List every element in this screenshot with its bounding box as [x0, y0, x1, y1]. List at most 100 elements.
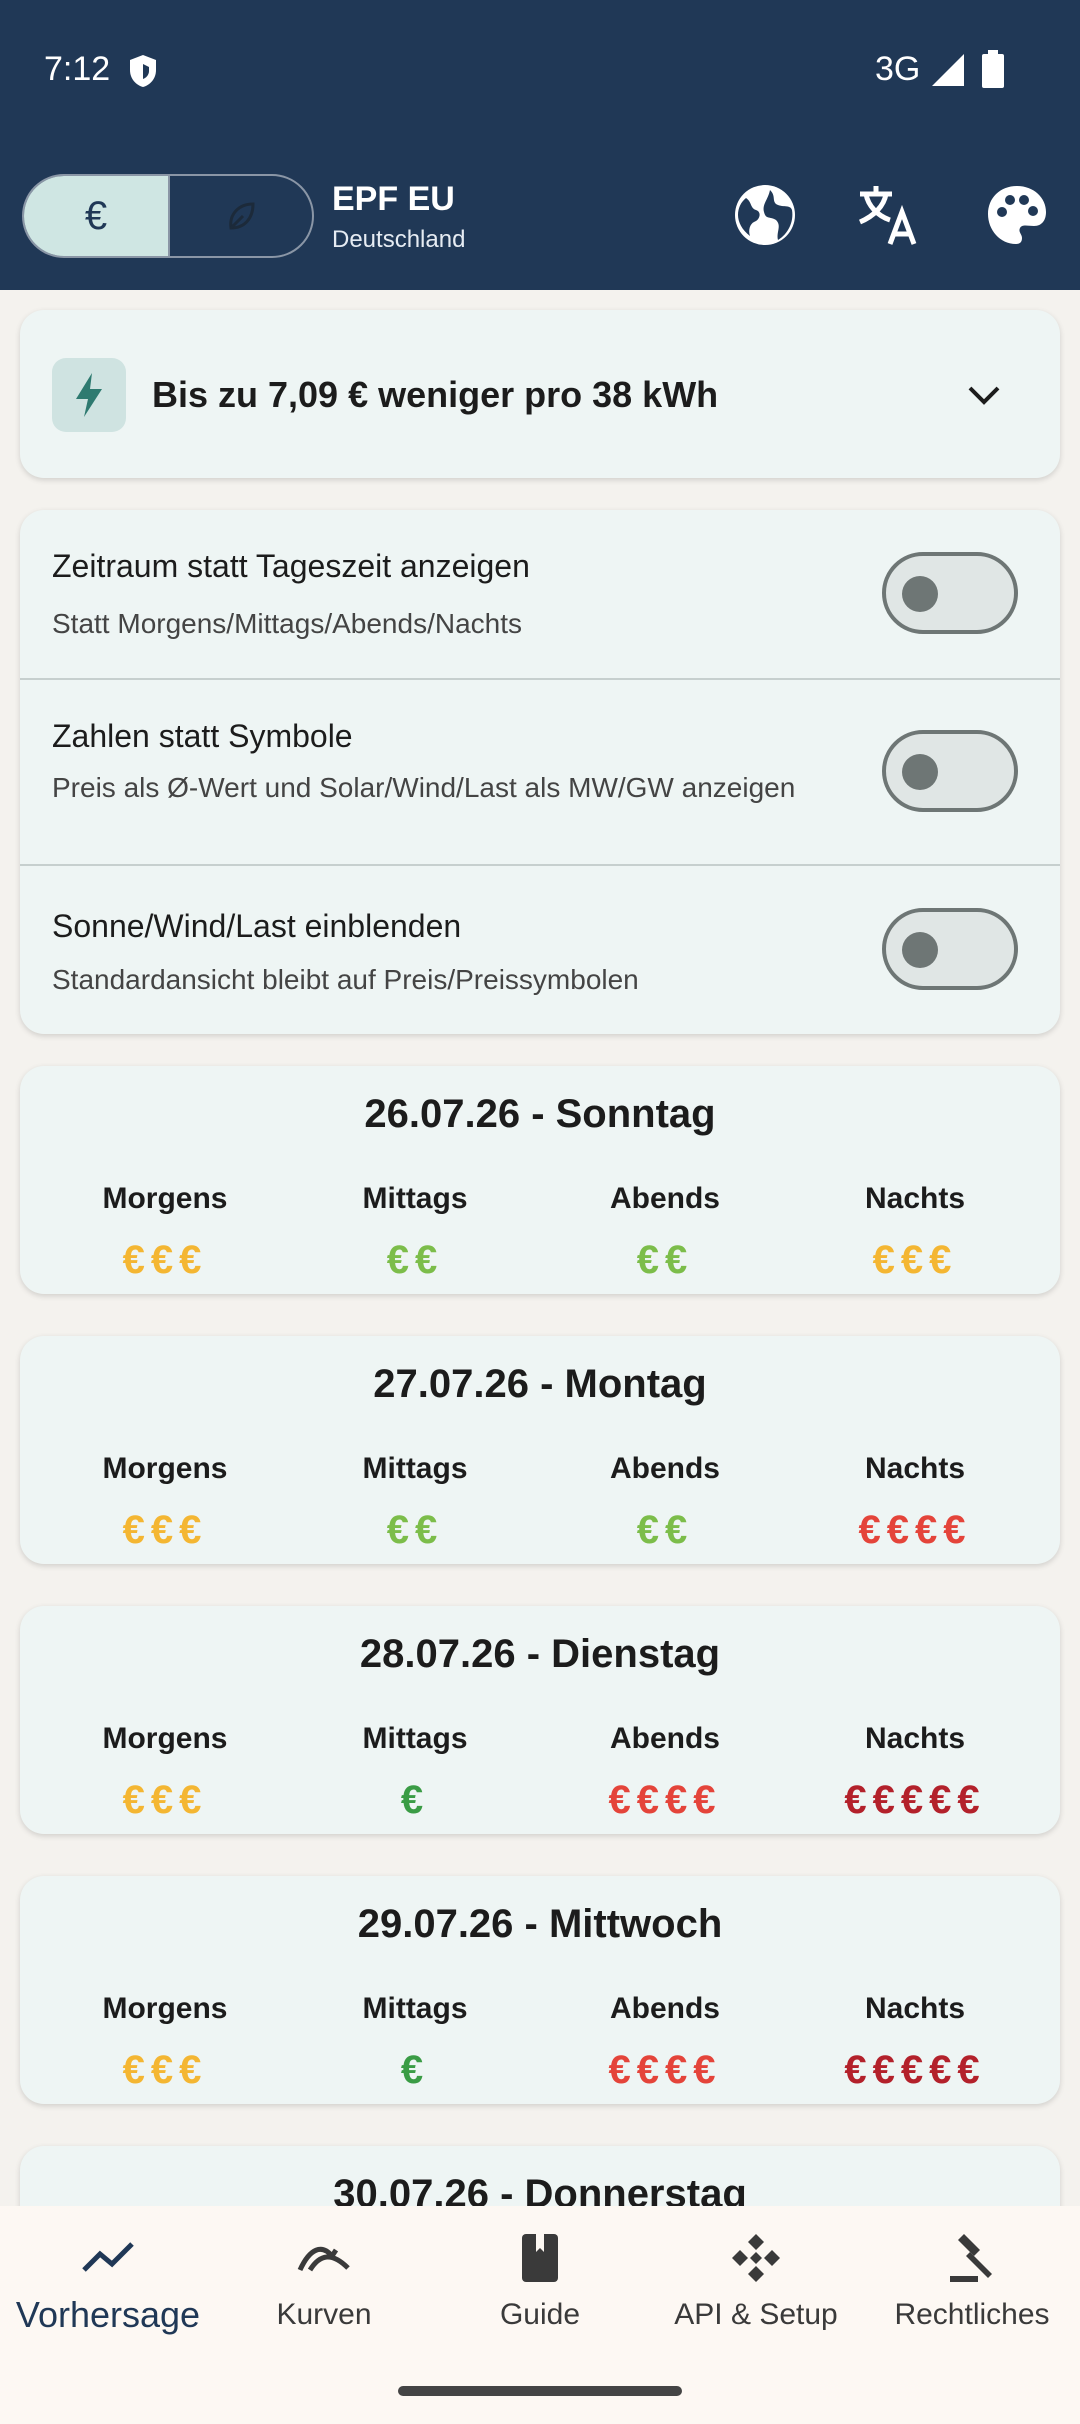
- period-morgens: Morgens €€€: [40, 1182, 290, 1283]
- setting-subtitle: Statt Morgens/Mittags/Abends/Nachts: [52, 608, 522, 639]
- day-date: 28.07.26 - Dienstag: [359, 1632, 721, 1676]
- battery-icon: [982, 50, 1004, 88]
- period-label: Morgens: [102, 1992, 228, 2025]
- price-symbols: €€€: [122, 1508, 208, 1552]
- setting-period-view[interactable]: Zeitraum statt Tageszeit anzeigen Statt …: [20, 510, 1060, 678]
- day-card[interactable]: 27.07.26 - Montag Morgens €€€ Mittags €€ Aben…: [20, 1336, 1060, 1564]
- price-symbols: €€€€: [608, 1778, 722, 1822]
- gavel-icon: [950, 2234, 992, 2282]
- nav-api-setup[interactable]: API & Setup: [648, 2230, 864, 2332]
- price-symbols: €€€€: [608, 2048, 722, 2092]
- setting-title: Sonne/Wind/Last einblenden: [52, 908, 462, 944]
- settings-card: Zeitraum statt Tageszeit anzeigen Statt …: [20, 510, 1060, 1034]
- price-symbols: €€: [386, 1508, 444, 1552]
- day-date: 27.07.26 - Montag: [373, 1362, 707, 1406]
- globe-icon[interactable]: [732, 182, 798, 248]
- period-label: Morgens: [102, 1722, 228, 1755]
- setting-numbers[interactable]: Zahlen statt Symbole Preis als Ø-Wert un…: [20, 680, 1060, 864]
- mode-price-button[interactable]: €: [24, 176, 170, 256]
- nav-curves[interactable]: Kurven: [216, 2230, 432, 2332]
- period-abends: Abends €€: [540, 1182, 790, 1283]
- palette-icon[interactable]: [984, 182, 1050, 248]
- setting-subtitle: Preis als Ø-Wert und Solar/Wind/Last als…: [52, 772, 796, 803]
- period-nachts: Nachts €€€€: [790, 1452, 1040, 1553]
- period-mittags: Mittags €€: [290, 1182, 540, 1283]
- setting-subtitle: Standardansicht bleibt auf Preis/Preissy…: [52, 964, 639, 995]
- price-symbols: €€€€€: [844, 1778, 986, 1822]
- period-label: Mittags: [362, 1182, 468, 1215]
- period-abends: Abends €€€€: [540, 1722, 790, 1823]
- period-label: Abends: [609, 1992, 720, 2025]
- app-title: EPF EU: [332, 180, 455, 218]
- euro-icon: €: [84, 193, 108, 238]
- price-symbols: €€€: [122, 1778, 208, 1822]
- trend-icon: [82, 2242, 134, 2272]
- period-label: Morgens: [102, 1452, 228, 1485]
- period-nachts: Nachts €€€€€: [790, 1722, 1040, 1823]
- period-label: Abends: [609, 1452, 720, 1485]
- app-header: 7:12 3G € EPF EU Deutschland: [0, 0, 1080, 290]
- period-mittags: Mittags €€: [290, 1452, 540, 1553]
- setting-title: Zahlen statt Symbole: [52, 718, 353, 754]
- day-card[interactable]: 28.07.26 - Dienstag Morgens €€€ Mittags € Abe…: [20, 1606, 1060, 1834]
- day-card[interactable]: 29.07.26 - Mittwoch Morgens €€€ Mittags € Abe…: [20, 1876, 1060, 2104]
- network-type: 3G: [875, 50, 921, 88]
- price-symbols: €€€: [122, 1238, 208, 1282]
- shield-icon: [130, 55, 156, 87]
- nav-legal[interactable]: Rechtliches: [864, 2230, 1080, 2332]
- leaf-icon: [229, 202, 255, 230]
- price-symbols: €€€€: [858, 1508, 972, 1552]
- period-nachts: Nachts €€€: [790, 1182, 1040, 1283]
- toggle-sun-wind[interactable]: [882, 908, 1018, 990]
- mode-eco-button[interactable]: [170, 176, 312, 256]
- curves-icon: [297, 2246, 350, 2272]
- period-label: Nachts: [864, 1722, 966, 1755]
- period-label: Mittags: [362, 1722, 468, 1755]
- price-symbols: €: [400, 1778, 430, 1822]
- price-symbols: €€€€€: [844, 2048, 986, 2092]
- day-date: 29.07.26 - Mittwoch: [357, 1902, 723, 1946]
- api-icon: [732, 2234, 780, 2282]
- setting-title: Zeitraum statt Tageszeit anzeigen: [52, 548, 530, 584]
- nav-forecast[interactable]: Vorhersage: [0, 2230, 216, 2336]
- nav-guide[interactable]: Guide: [432, 2230, 648, 2332]
- book-icon: [522, 2234, 558, 2282]
- home-indicator[interactable]: [398, 2386, 682, 2396]
- period-mittags: Mittags €: [290, 1992, 540, 2093]
- price-symbols: €€€: [872, 1238, 958, 1282]
- price-symbols: €€€: [122, 2048, 208, 2092]
- price-symbols: €: [400, 2048, 430, 2092]
- mode-switch[interactable]: €: [22, 174, 314, 258]
- period-label: Abends: [609, 1182, 720, 1215]
- savings-text: Bis zu 7,09 € weniger pro 38 kWh: [152, 374, 719, 415]
- translate-icon[interactable]: [856, 182, 922, 248]
- period-label: Nachts: [864, 1452, 966, 1485]
- period-label: Mittags: [362, 1452, 468, 1485]
- price-symbols: €€: [386, 1238, 444, 1282]
- period-label: Morgens: [102, 1182, 228, 1215]
- period-mittags: Mittags €: [290, 1722, 540, 1823]
- toggle-numbers[interactable]: [882, 730, 1018, 812]
- status-bar: 7:12 3G: [0, 0, 1080, 140]
- chevron-down-icon[interactable]: [966, 380, 1002, 410]
- toggle-period-view[interactable]: [882, 552, 1018, 634]
- status-time: 7:12: [44, 50, 111, 88]
- period-abends: Abends €€: [540, 1452, 790, 1553]
- signal-icon: [932, 54, 964, 86]
- period-label: Nachts: [864, 1992, 966, 2025]
- app-region: Deutschland: [332, 226, 466, 253]
- period-label: Mittags: [362, 1992, 468, 2025]
- savings-card[interactable]: Bis zu 7,09 € weniger pro 38 kWh: [20, 310, 1060, 478]
- period-morgens: Morgens €€€: [40, 1452, 290, 1553]
- period-morgens: Morgens €€€: [40, 1992, 290, 2093]
- period-morgens: Morgens €€€: [40, 1722, 290, 1823]
- setting-sun-wind[interactable]: Sonne/Wind/Last einblenden Standardansic…: [20, 866, 1060, 1034]
- price-symbols: €€: [636, 1508, 694, 1552]
- period-label: Nachts: [864, 1182, 966, 1215]
- day-card[interactable]: 26.07.26 - Sonntag Morgens €€€ Mittags €€ Abe…: [20, 1066, 1060, 1294]
- price-symbols: €€: [636, 1238, 694, 1282]
- period-nachts: Nachts €€€€€: [790, 1992, 1040, 2093]
- bolt-icon: [76, 373, 102, 417]
- bolt-badge: [52, 358, 126, 432]
- day-date: 26.07.26 - Sonntag: [364, 1092, 716, 1136]
